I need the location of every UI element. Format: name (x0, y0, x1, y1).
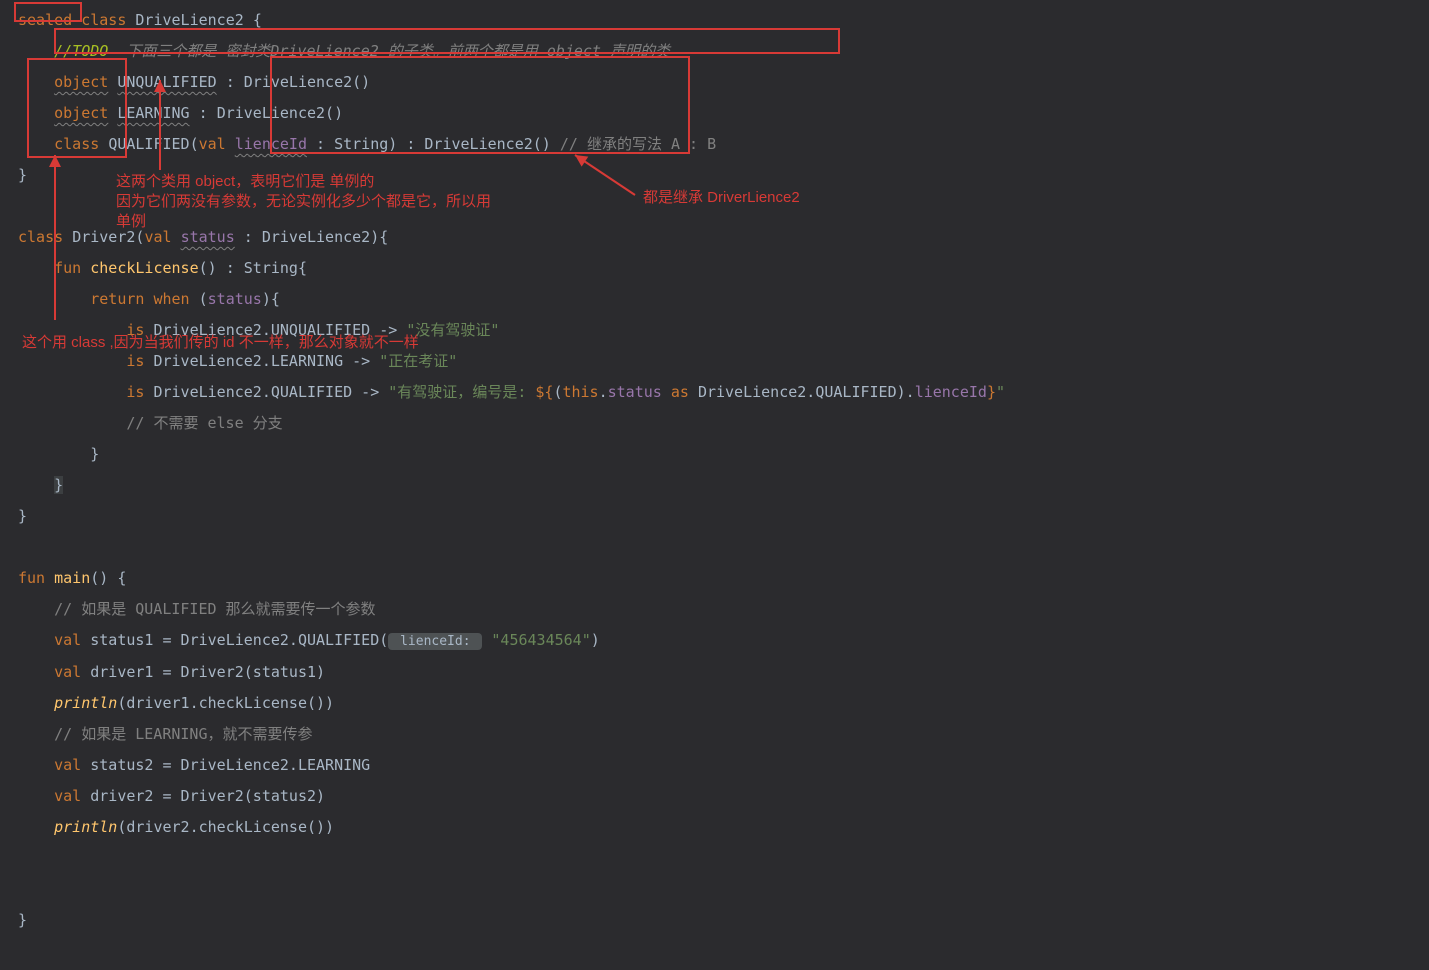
annotation-class-note: 这个用 class ,因为当我们传的 id 不一样，那么对象就不一样 (22, 333, 419, 353)
code-line-22: println(driver1.checkLicense()) (18, 688, 1411, 719)
code-line-13: // 不需要 else 分支 (18, 408, 1411, 439)
code-line-16: } (18, 501, 1411, 532)
code-line-14: } (18, 439, 1411, 470)
code-line-25: val driver2 = Driver2(status2) (18, 781, 1411, 812)
annotation-inherit-note: 都是继承 DriverLience2 (643, 188, 800, 208)
code-line-19: // 如果是 QUALIFIED 那么就需要传一个参数 (18, 594, 1411, 625)
code-line-18: fun main() { (18, 563, 1411, 594)
code-line-21: val driver1 = Driver2(status1) (18, 657, 1411, 688)
code-line-12: is DriveLience2.QUALIFIED -> "有驾驶证，编号是: … (18, 377, 1411, 408)
code-line-blank-b (18, 532, 1411, 563)
code-line-3: object UNQUALIFIED : DriveLience2() (18, 67, 1411, 98)
code-line-1: sealed class DriveLience2 { (18, 5, 1411, 36)
code-line-28: } (18, 905, 1411, 936)
code-line-24: val status2 = DriveLience2.LEARNING (18, 750, 1411, 781)
code-line-2: //TODO 下面三个都是 密封类DriveLience2 的子类。前两个都是用… (18, 36, 1411, 67)
code-line-9: return when (status){ (18, 284, 1411, 315)
code-line-15: } (18, 470, 1411, 501)
code-line-26: println(driver2.checkLicense()) (18, 812, 1411, 843)
code-line-5: class QUALIFIED(val lienceId : String) :… (18, 129, 1411, 160)
code-editor[interactable]: sealed class DriveLience2 { //TODO 下面三个都… (0, 0, 1429, 936)
code-line-blank-c (18, 843, 1411, 874)
annotation-object-note: 这两个类用 object，表明它们是 单例的 因为它们两没有参数，无论实例化多少… (116, 172, 491, 232)
param-hint: lienceId: (388, 633, 482, 650)
code-line-8: fun checkLicense() : String{ (18, 253, 1411, 284)
code-line-blank-d (18, 874, 1411, 905)
code-line-20: val status1 = DriveLience2.QUALIFIED( li… (18, 625, 1411, 657)
code-line-4: object LEARNING : DriveLience2() (18, 98, 1411, 129)
code-line-23: // 如果是 LEARNING，就不需要传参 (18, 719, 1411, 750)
